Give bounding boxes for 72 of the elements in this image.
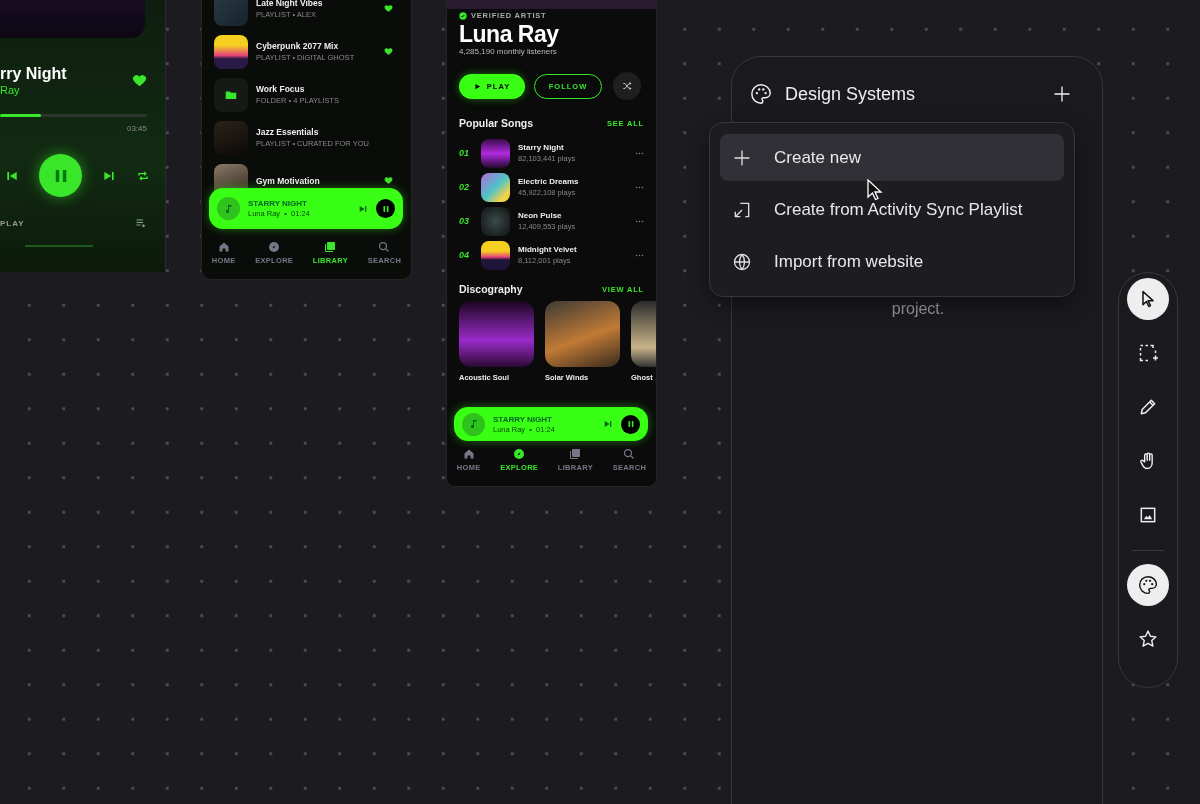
menu-item[interactable]: Create from Activity Sync Playlist [720, 186, 1064, 233]
song-title[interactable]: Starry Night [518, 143, 627, 152]
rank-number: 04 [459, 250, 470, 260]
next-icon[interactable] [603, 419, 613, 429]
song-title[interactable]: Electric Dreams [518, 177, 627, 186]
playlist-title[interactable]: Late Night Vibes [256, 0, 376, 8]
playlist-title[interactable]: Cyberpunk 2077 Mix [256, 41, 376, 51]
song-title[interactable]: Midnight Velvet [518, 245, 627, 254]
song-title[interactable]: Neon Pulse [518, 211, 627, 220]
music-note-icon [217, 197, 240, 220]
pause-button[interactable] [376, 199, 395, 218]
artist-name: Ray [0, 84, 21, 96]
marquee-icon [1138, 343, 1158, 363]
rank-number: 02 [459, 182, 470, 192]
heart-icon[interactable] [384, 176, 393, 185]
search-icon [378, 241, 391, 253]
playlist-cover-placeholder [214, 0, 248, 26]
duration-label: 03:45 [125, 124, 147, 133]
home-indicator [25, 245, 93, 247]
song-cover-placeholder [481, 172, 510, 202]
menu-item[interactable]: Import from website [720, 238, 1064, 285]
listener-count: 4,285,190 monthly listeners [459, 47, 558, 56]
pause-button[interactable] [39, 154, 82, 197]
shuffle-icon [622, 81, 632, 91]
playlist-title[interactable]: Work Focus [256, 84, 399, 94]
verified-check-icon [459, 11, 467, 20]
song-cover-placeholder [481, 240, 510, 270]
mini-player-title: STARRY NIGHT [248, 199, 308, 208]
mini-player-title: STARRY NIGHT [493, 414, 553, 424]
plus-icon [1052, 84, 1072, 104]
playlist-cover-placeholder [214, 120, 248, 155]
progress-track[interactable] [0, 114, 147, 117]
artist-name: Luna Ray [459, 21, 560, 47]
palette-icon [750, 83, 772, 105]
star-icon [1138, 629, 1158, 649]
select-tool-button[interactable] [1127, 278, 1169, 320]
library-icon [569, 448, 582, 460]
playlist-title[interactable]: Jazz Essentials [256, 127, 399, 137]
play-icon [473, 82, 481, 90]
panel-title: Design Systems [785, 83, 917, 105]
explore-icon [268, 241, 281, 253]
queue-label: PLAY [0, 218, 25, 228]
palette-tool-button[interactable] [1127, 564, 1169, 606]
home-icon [462, 448, 475, 460]
heart-icon[interactable] [384, 4, 393, 13]
section-heading: Popular Songs [459, 117, 534, 129]
song-cover-placeholder [481, 138, 510, 168]
library-icon [324, 241, 337, 253]
heart-icon[interactable] [384, 47, 393, 56]
globe-icon [732, 251, 752, 272]
song-cover-placeholder [481, 206, 510, 236]
explore-icon [513, 448, 526, 460]
next-icon[interactable] [358, 203, 368, 214]
empty-state-text: project. [890, 300, 946, 318]
playlist-cover-placeholder [214, 34, 248, 69]
music-note-icon [462, 412, 485, 436]
pause-button[interactable] [621, 414, 640, 434]
shuffle-button[interactable] [613, 72, 641, 100]
queue-icon[interactable] [135, 217, 147, 229]
pointer-cursor-icon [867, 179, 883, 201]
section-heading: Discography [459, 283, 523, 295]
playlist-title[interactable]: Gym Motivation [256, 175, 376, 186]
rank-number: 03 [459, 216, 470, 226]
image-icon [1138, 505, 1158, 525]
menu-item[interactable]: Create new [720, 134, 1064, 181]
song-title: rry Night [0, 64, 67, 84]
home-icon [217, 241, 230, 253]
heart-icon[interactable] [132, 72, 147, 88]
rank-number: 01 [459, 148, 470, 158]
pencil-icon [1138, 397, 1158, 417]
palette-icon [1138, 575, 1158, 595]
search-icon [623, 448, 636, 460]
